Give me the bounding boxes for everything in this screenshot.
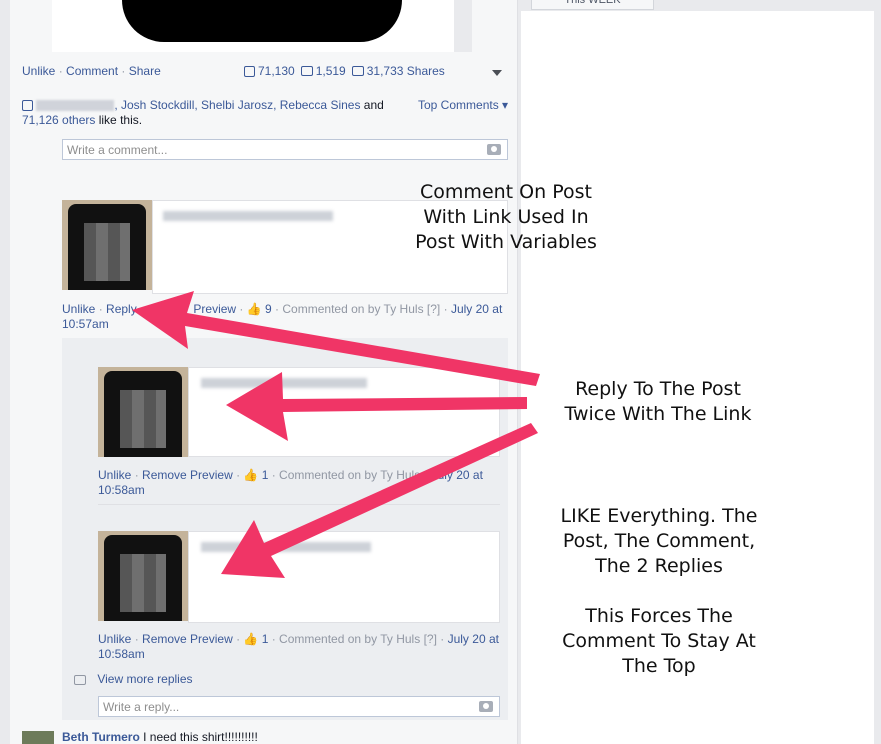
annotation-reply: Reply To The Post Twice With The Link	[564, 378, 752, 425]
arrow-to-reply	[132, 291, 540, 386]
arrow-to-reply2	[221, 423, 538, 578]
annotation-like: LIKE Everything. The Post, The Comment, …	[560, 505, 758, 677]
annotation-comment: Comment On Post With Link Used In Post W…	[415, 181, 597, 253]
arrow-to-reply1	[226, 372, 527, 441]
